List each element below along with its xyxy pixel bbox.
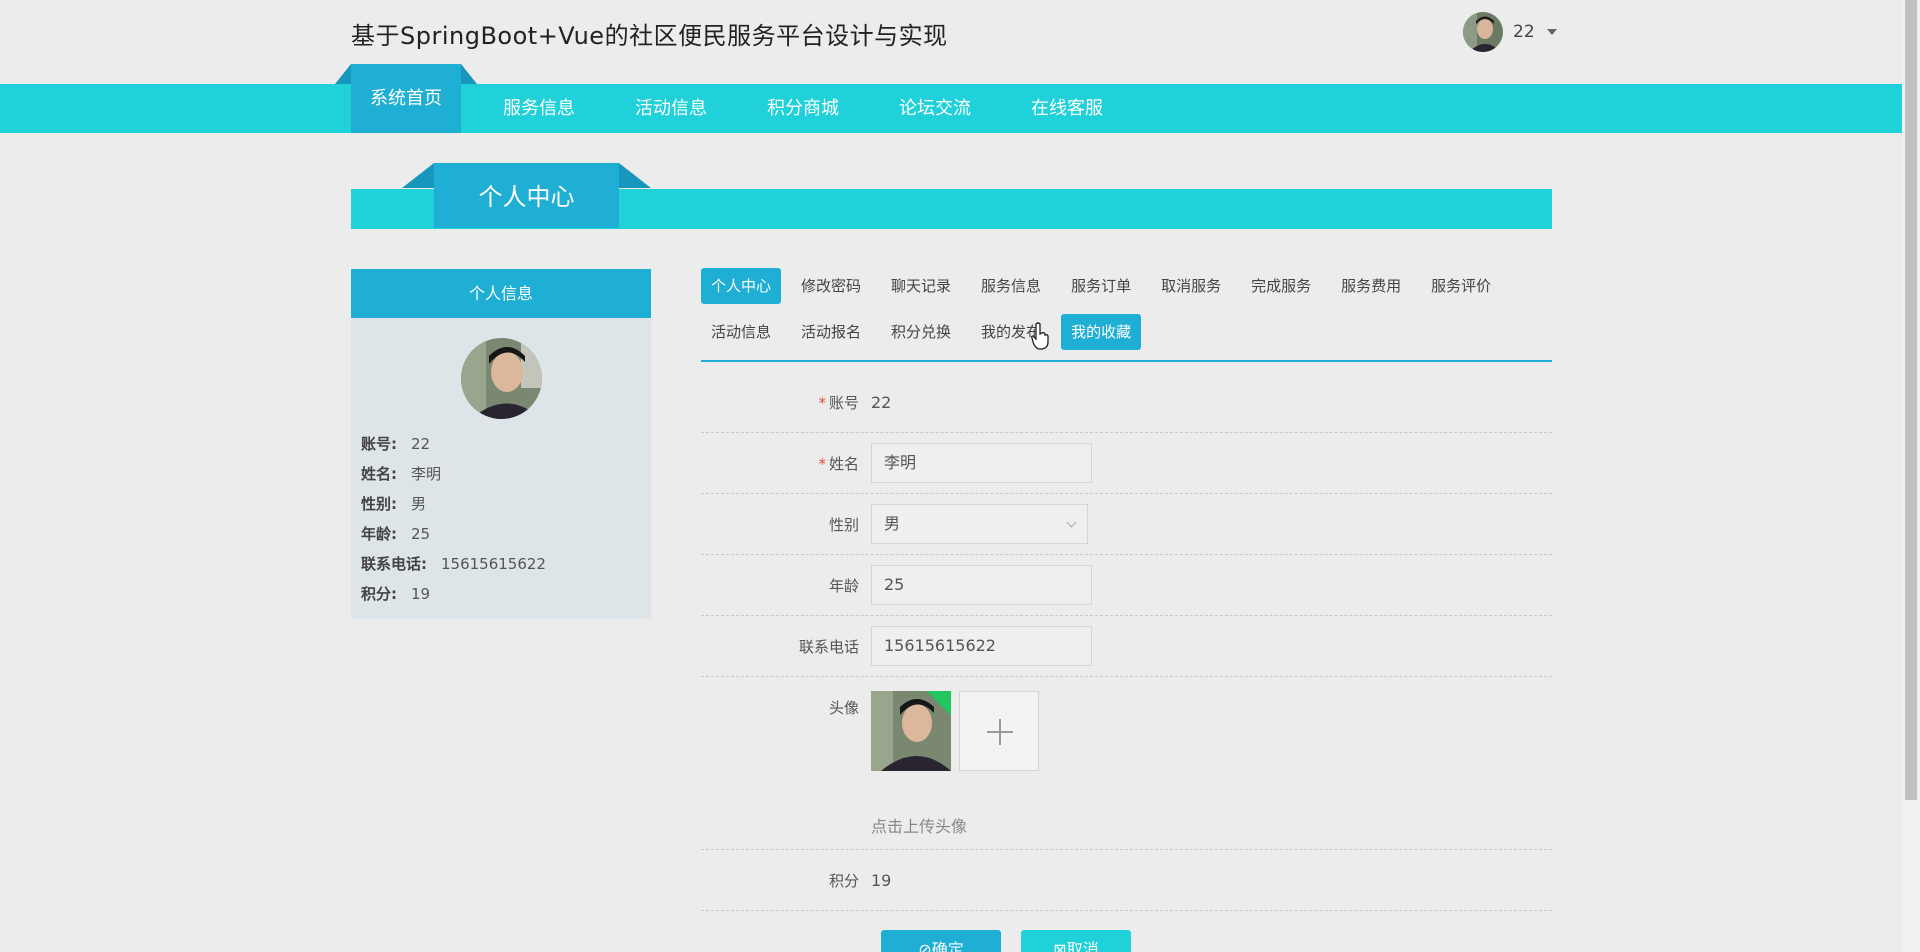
add-image-button[interactable] — [959, 691, 1039, 771]
phone-label: 联系电话 — [798, 637, 859, 656]
age-label: 年龄 — [828, 576, 859, 595]
tab-service-orders[interactable]: 服务订单 — [1061, 268, 1141, 304]
profile-avatar — [460, 338, 542, 419]
form-row-gender: 性别 男 — [701, 494, 1552, 555]
center-tabs: 个人中心 修改密码 聊天记录 服务信息 服务订单 取消服务 完成服务 服务费用 … — [701, 268, 1552, 362]
tab-service-fees[interactable]: 服务费用 — [1331, 268, 1411, 304]
age-input[interactable]: 25 — [871, 565, 1092, 605]
form-row-account: * 账号 22 — [701, 372, 1552, 433]
tab-completed-services[interactable]: 完成服务 — [1241, 268, 1321, 304]
scroll-thumb[interactable] — [1905, 0, 1917, 800]
user-menu[interactable]: 22 — [1463, 12, 1557, 52]
site-title: 基于SpringBoot+Vue的社区便民服务平台设计与实现 — [351, 22, 948, 50]
chevron-down-icon — [1066, 517, 1077, 528]
profile-row-name: 姓名: 李明 — [361, 465, 442, 483]
tab-points-exchange[interactable]: 积分兑换 — [881, 314, 961, 350]
points-value: 19 — [871, 870, 892, 890]
avatar-label: 头像 — [828, 699, 859, 717]
form-row-avatar: 头像 点击上传头像 — [701, 677, 1552, 850]
profile-form: * 账号 22 * 姓名 李明 性别 男 年龄 25 联系电话 1561561562… — [701, 372, 1552, 952]
avatar — [1463, 12, 1503, 52]
nav-support[interactable]: 在线客服 — [1001, 84, 1133, 133]
gender-value: 男 — [884, 514, 901, 533]
form-row-age: 年龄 25 — [701, 555, 1552, 616]
required-mark: * — [818, 393, 826, 412]
nav-points-mall[interactable]: 积分商城 — [737, 84, 869, 133]
account-label: 账号 — [828, 393, 859, 412]
cancel-button[interactable]: ⊠取消 — [1021, 930, 1131, 952]
tab-my-favorites[interactable]: 我的收藏 — [1061, 314, 1142, 350]
nav-activities[interactable]: 活动信息 — [605, 84, 737, 133]
page-scrollbar[interactable] — [1902, 0, 1920, 952]
tab-change-password[interactable]: 修改密码 — [791, 268, 871, 304]
tab-cancelled-services[interactable]: 取消服务 — [1151, 268, 1231, 304]
gender-label: 性别 — [828, 515, 859, 534]
hand-cursor-icon — [1031, 322, 1049, 350]
account-value: 22 — [871, 392, 892, 412]
confirm-button[interactable]: ⊘确定 — [881, 930, 1001, 952]
profile-row-points: 积分: 19 — [361, 585, 431, 603]
tab-service-info[interactable]: 服务信息 — [971, 268, 1051, 304]
required-mark: * — [818, 454, 826, 473]
nav-forum[interactable]: 论坛交流 — [869, 84, 1001, 133]
profile-row-age: 年龄: 25 — [361, 525, 431, 543]
name-label: 姓名 — [828, 454, 859, 473]
phone-input[interactable]: 15615615622 — [871, 626, 1092, 666]
nav-services[interactable]: 服务信息 — [473, 84, 605, 133]
avatar-thumbnail[interactable] — [871, 691, 951, 771]
main-navbar: 系统首页 服务信息 活动信息 积分商城 论坛交流 在线客服 — [0, 64, 1902, 133]
points-label: 积分 — [828, 871, 859, 890]
tab-chat-history[interactable]: 聊天记录 — [881, 268, 961, 304]
name-input[interactable]: 李明 — [871, 443, 1092, 483]
form-row-phone: 联系电话 15615615622 — [701, 616, 1552, 677]
tab-activity-signup[interactable]: 活动报名 — [791, 314, 871, 350]
tab-personal-center[interactable]: 个人中心 — [701, 268, 782, 304]
gender-select[interactable]: 男 — [871, 504, 1088, 544]
tab-service-reviews[interactable]: 服务评价 — [1421, 268, 1501, 304]
form-row-name: * 姓名 李明 — [701, 433, 1552, 494]
profile-card: 个人信息 账号: 22 姓名: 李明 性别: 男 年龄: 25 联系电话: 1561561… — [351, 269, 651, 619]
nav-home[interactable]: 系统首页 — [335, 64, 477, 133]
username-label: 22 — [1513, 22, 1535, 42]
tab-activity-info[interactable]: 活动信息 — [701, 314, 781, 350]
form-row-points: 积分 19 — [701, 850, 1552, 911]
upload-hint: 点击上传头像 — [871, 817, 968, 836]
section-title: 个人中心 — [402, 163, 651, 228]
profile-row-gender: 性别: 男 — [361, 495, 427, 513]
caret-down-icon — [1546, 29, 1557, 35]
profile-row-account: 账号: 22 — [361, 435, 431, 453]
profile-header: 个人信息 — [351, 269, 651, 318]
profile-row-phone: 联系电话: 15615615622 — [361, 555, 546, 573]
